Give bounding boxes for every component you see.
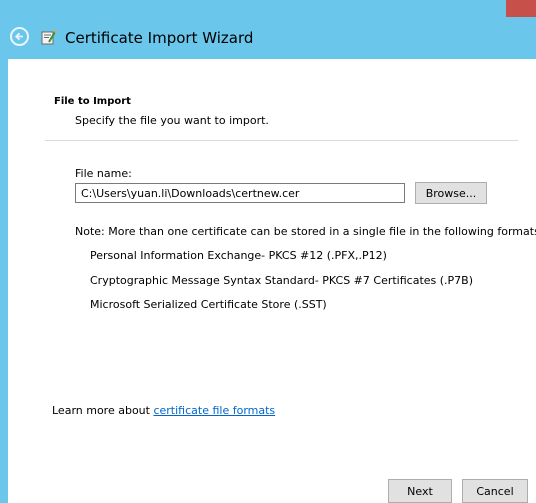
cancel-button[interactable]: Cancel (462, 479, 528, 503)
file-name-input[interactable] (75, 183, 405, 203)
format-item-sst: Microsoft Serialized Certificate Store (… (90, 298, 327, 311)
file-name-label: File name: (75, 167, 132, 180)
close-button[interactable] (506, 0, 536, 17)
section-description: Specify the file you want to import. (75, 114, 269, 127)
certificate-formats-link[interactable]: certificate file formats (153, 404, 275, 417)
window-title: Certificate Import Wizard (65, 29, 254, 47)
learn-more-prefix: Learn more about (52, 404, 150, 417)
format-item-p7b: Cryptographic Message Syntax Standard- P… (90, 274, 474, 287)
certificate-wizard-icon (41, 29, 57, 45)
divider (45, 140, 518, 141)
browse-button[interactable]: Browse... (415, 182, 487, 204)
learn-more-text: Learn more about certificate file format… (52, 404, 275, 417)
wizard-content: File to Import Specify the file you want… (8, 59, 536, 503)
formats-note: Note: More than one certificate can be s… (75, 225, 536, 238)
format-item-pfx: Personal Information Exchange- PKCS #12 … (90, 249, 387, 262)
back-button[interactable] (10, 27, 29, 46)
title-bar: Certificate Import Wizard (0, 0, 536, 59)
next-button[interactable]: Next (388, 479, 452, 503)
back-arrow-icon (14, 32, 23, 41)
section-title: File to Import (54, 96, 131, 107)
